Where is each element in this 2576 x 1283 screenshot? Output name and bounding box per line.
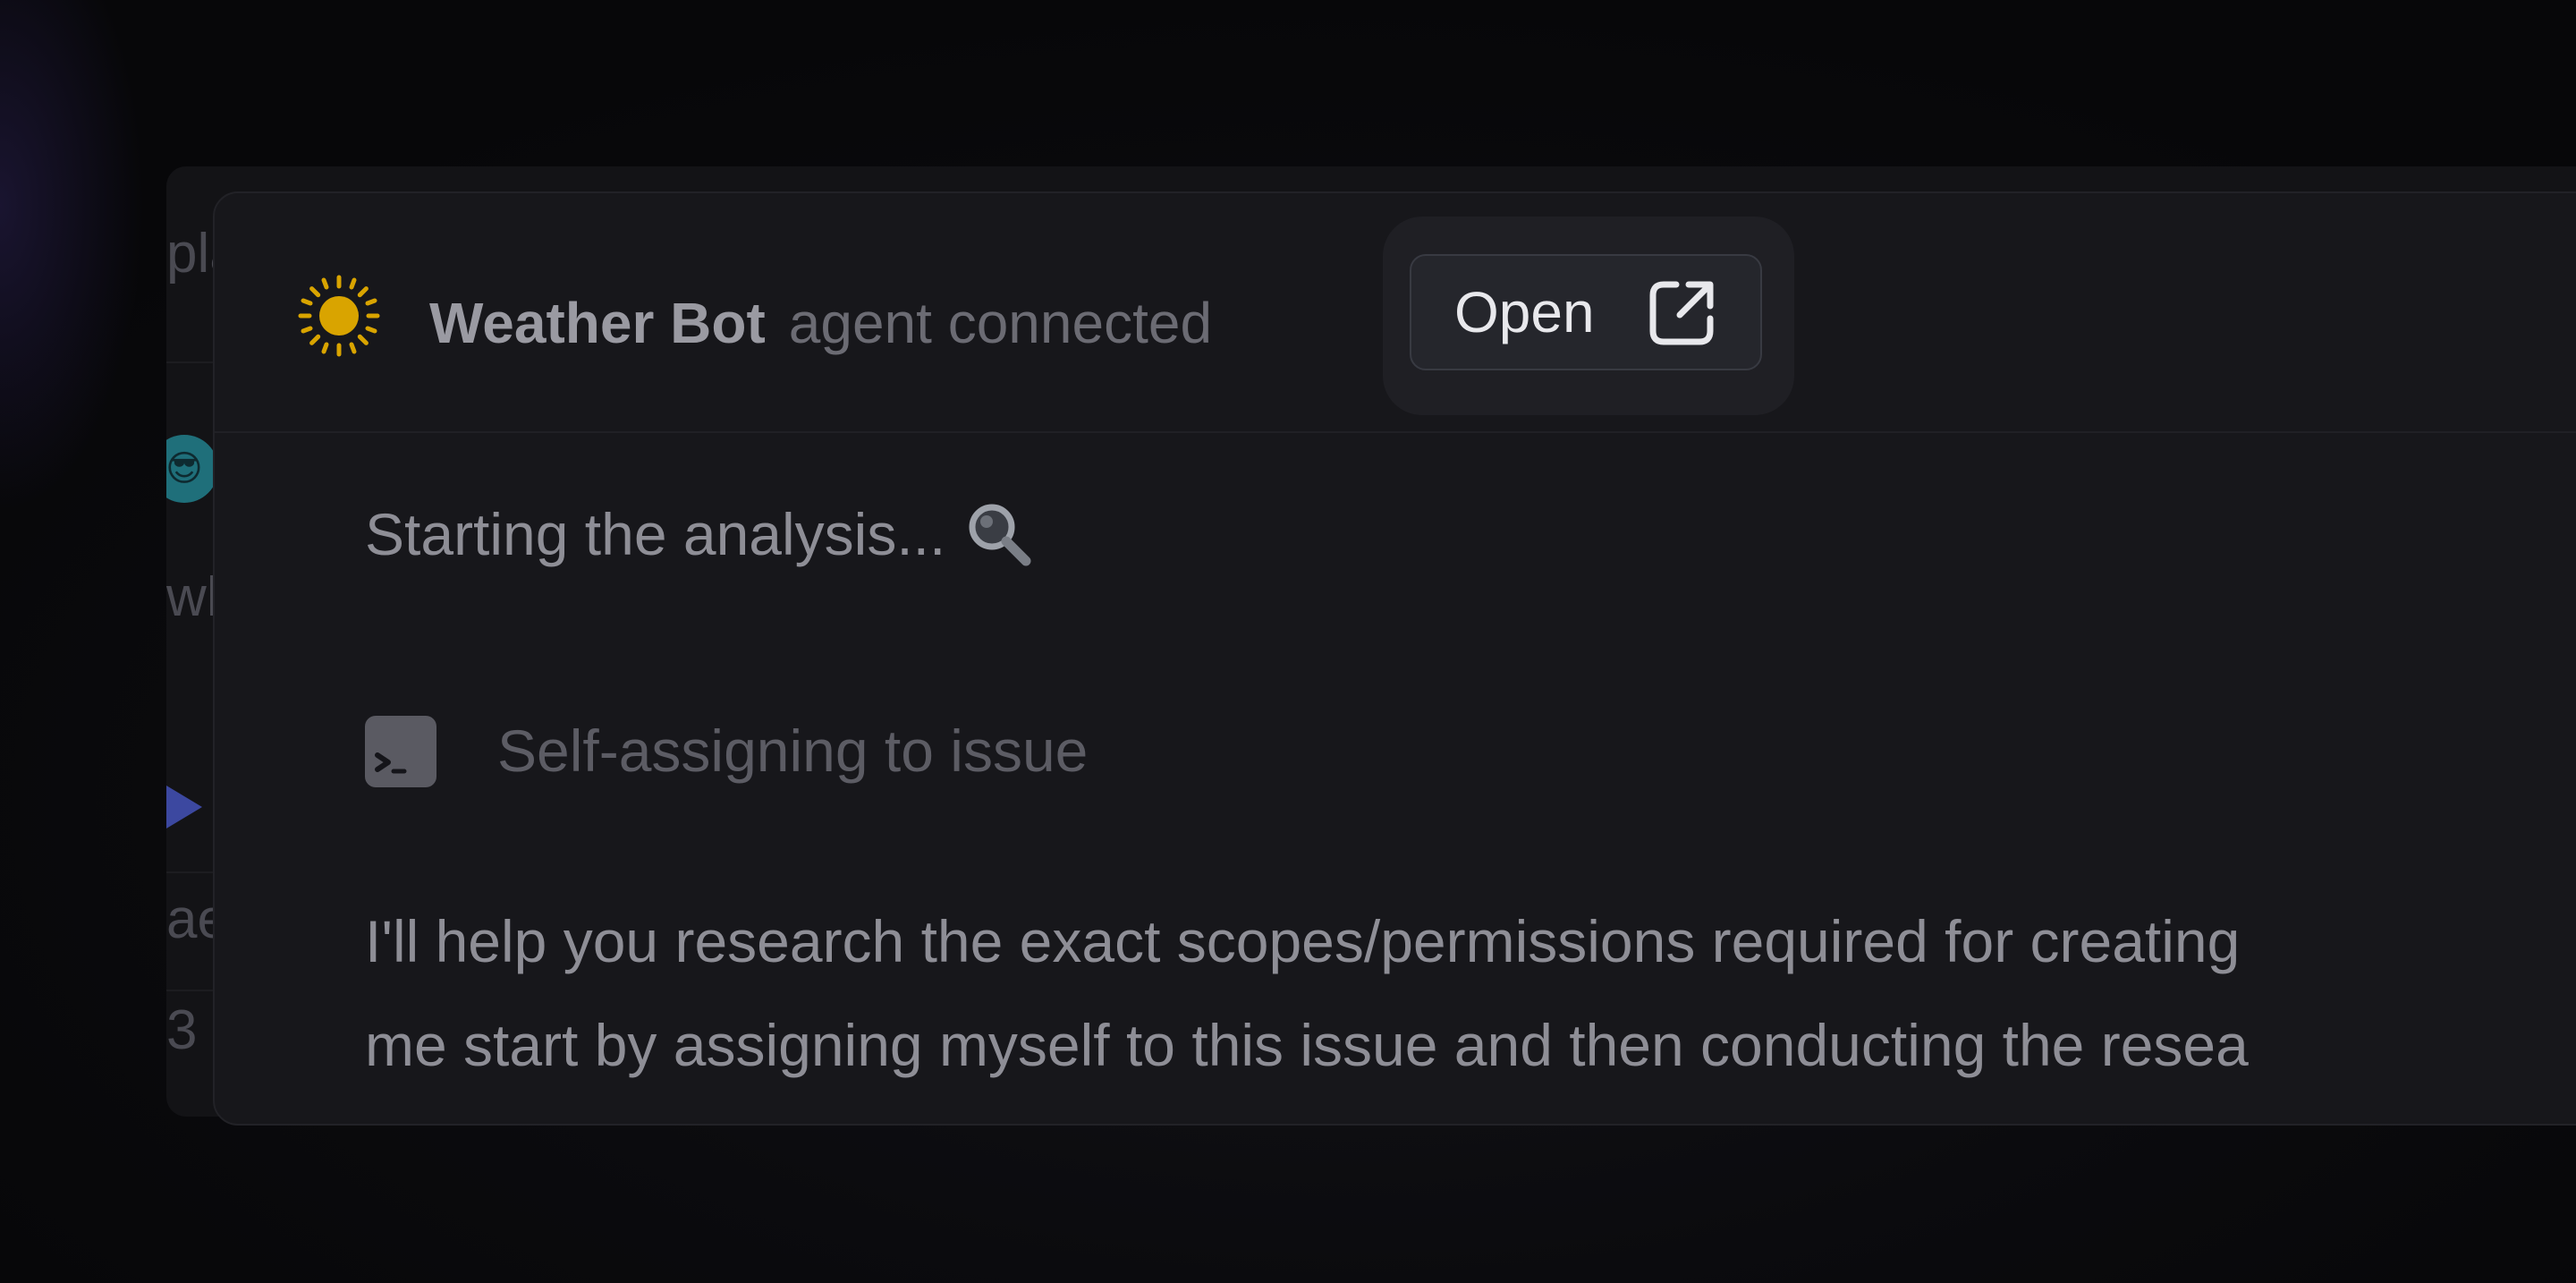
open-button-focus-ring: Open [1383,217,1794,415]
sun-icon [298,275,380,357]
agent-status-text: agent connected [788,291,1213,355]
open-button[interactable]: Open [1410,254,1762,370]
status-message-text: Starting the analysis... [365,501,946,567]
agent-connection-status: Weather Bot agent connected [429,283,1212,363]
magnifier-icon [969,504,1031,566]
terminal-icon [365,716,436,787]
open-button-label: Open [1454,280,1595,344]
agent-message: I'll help you research the exact scopes/… [365,889,2576,1097]
background-text-fragment: 3 [166,999,198,1061]
screen: pla 😎 wh ae 3 Weather Bot agent connecte… [0,0,2576,1283]
external-link-icon [1649,281,1714,345]
status-message: Starting the analysis... [365,494,1035,574]
agent-session-card: Weather Bot agent connected Open Starting… [213,191,2576,1126]
card-header: Weather Bot agent connected Open [215,193,2576,433]
agent-message-line: me start by assigning myself to this iss… [365,1012,2249,1078]
background-avatar: 😎 [166,435,218,503]
agent-message-line: I'll help you research the exact scopes/… [365,908,2241,974]
agent-name: Weather Bot [429,291,766,355]
tool-call-label: Self-assigning to issue [497,718,1089,784]
background-play-icon [166,786,202,828]
